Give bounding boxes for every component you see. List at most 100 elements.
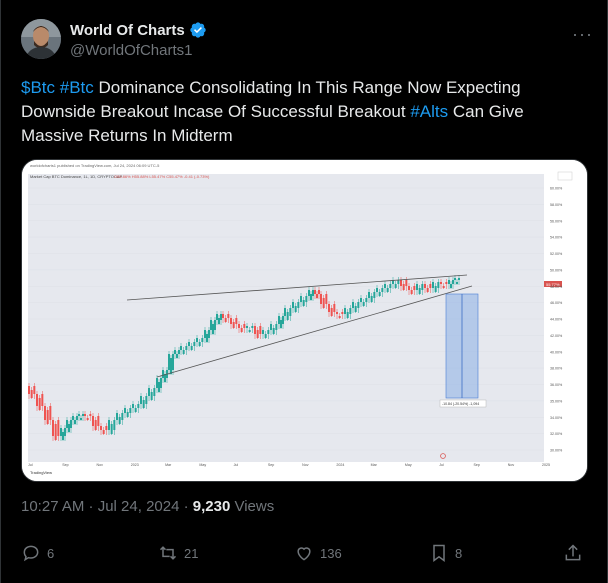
candle-body [160, 378, 162, 388]
x-tick-label: Jul [439, 463, 444, 467]
candle-body [330, 308, 333, 316]
candle-body [289, 308, 292, 316]
candle-body [222, 314, 224, 318]
candle-body [294, 306, 297, 312]
candle-body [421, 284, 424, 290]
candle-body [373, 292, 376, 298]
candle-body [196, 338, 198, 342]
x-tick-label: Mar [165, 463, 172, 467]
candle-body [381, 288, 384, 292]
candle-body [254, 326, 256, 334]
author-handle[interactable]: @WorldOfCharts1 [70, 42, 192, 59]
chart-header-line: worldofcharts1 published on TradingView.… [30, 163, 160, 168]
candle-body [336, 312, 338, 314]
candle-body [121, 413, 124, 420]
candle-body [424, 284, 426, 288]
hashtag-link[interactable]: #Btc [60, 78, 94, 97]
candle-body [316, 294, 318, 298]
candle-body [429, 284, 432, 288]
hashtag-link[interactable]: #Alts [410, 102, 448, 121]
candle-body [282, 316, 284, 324]
candle-body [284, 308, 286, 316]
candle-body [188, 342, 190, 346]
candle-body [28, 386, 30, 394]
verified-badge-icon [190, 22, 206, 38]
candle-body [94, 420, 97, 430]
author-name[interactable]: World Of Charts [70, 22, 185, 39]
candle-body [82, 414, 84, 416]
share-button[interactable] [563, 543, 583, 563]
candle-body [278, 316, 280, 324]
avatar[interactable] [21, 19, 61, 59]
candle-body [300, 296, 302, 302]
candle-body [450, 284, 452, 288]
candle-body [456, 282, 458, 284]
tradingview-logo: TradingView [30, 470, 52, 475]
candle-body [150, 392, 153, 400]
views-label: Views [230, 498, 275, 515]
candle-body [218, 318, 220, 324]
candle-body [418, 288, 421, 294]
candle-body [346, 312, 349, 318]
candle-body [72, 416, 74, 420]
candle-body [386, 288, 389, 292]
timestamp[interactable]: 10:27 AM · Jul 24, 2024 · [21, 498, 193, 515]
candle-body [230, 318, 232, 324]
candle-body [158, 382, 160, 392]
candle-body [448, 280, 450, 284]
candle-body [68, 424, 70, 432]
candle-body [116, 413, 118, 420]
hashtag-link[interactable]: $Btc [21, 78, 55, 97]
like-button[interactable]: 136 [294, 543, 342, 563]
candle-body [259, 326, 262, 334]
candle-body [349, 308, 352, 314]
y-tick-label: 48.00% [550, 285, 563, 289]
bookmark-icon [433, 544, 445, 562]
y-tick-label: 36.00% [550, 383, 563, 387]
candle-body [100, 426, 102, 430]
x-tick-label: Nov [302, 463, 309, 467]
candle-body [174, 350, 176, 354]
reply-button[interactable]: 6 [21, 543, 54, 563]
candle-body [30, 390, 33, 398]
reply-count: 6 [47, 545, 55, 561]
candle-body [134, 408, 137, 412]
y-tick-label: 54.00% [550, 236, 563, 240]
candle-body [328, 304, 330, 312]
chart-image[interactable]: worldofcharts1 published on TradingView.… [21, 159, 588, 482]
candle-body [108, 420, 110, 430]
y-tick-label: 40.00% [550, 350, 563, 354]
candle-body [308, 290, 310, 296]
candle-body [410, 290, 413, 294]
candle-body [204, 330, 206, 338]
candle-body [434, 286, 437, 292]
candle-body [262, 330, 264, 334]
bookmark-count: 8 [455, 545, 463, 561]
y-tick-label: 56.00% [550, 219, 563, 223]
candle-body [78, 414, 80, 416]
candle-body [89, 414, 92, 416]
candle-body [280, 320, 282, 328]
candle-body [57, 420, 60, 436]
candle-body [405, 280, 408, 286]
candle-body [314, 290, 316, 294]
candle-body [286, 312, 289, 320]
candle-body [142, 400, 145, 408]
y-tick-label: 34.00% [550, 416, 563, 420]
bookmark-button[interactable]: 8 [429, 543, 462, 563]
candle-body [170, 358, 172, 374]
candle-body [344, 308, 346, 314]
candle-body [224, 318, 227, 322]
candle-body [440, 282, 442, 284]
candle-body [445, 282, 448, 284]
like-count: 136 [320, 545, 342, 561]
candle-body [389, 284, 392, 288]
candle-body [132, 404, 134, 408]
candle-body [113, 420, 116, 430]
chart-ohlc-line: O55.86% H55.88% L55.47% C55.47% -0.41 (-… [114, 174, 210, 179]
candle-body [426, 288, 429, 292]
candle-body [60, 428, 62, 436]
repost-button[interactable]: 21 [158, 543, 198, 563]
candle-body [38, 398, 41, 410]
more-options-icon[interactable]: ··· [572, 24, 593, 45]
